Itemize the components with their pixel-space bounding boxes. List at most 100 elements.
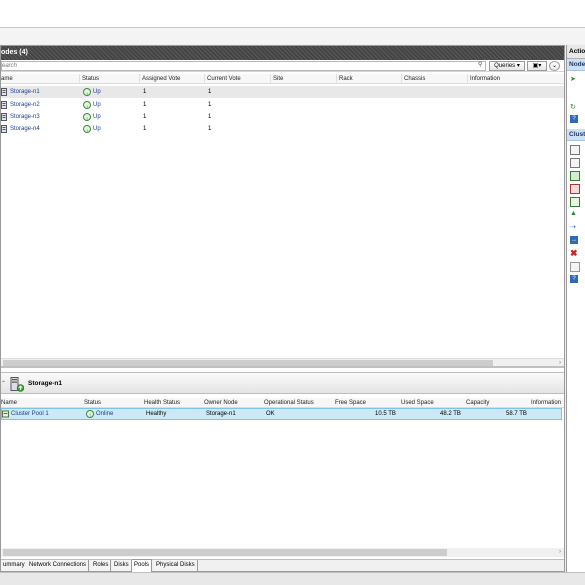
current-vote: 1 — [208, 102, 212, 108]
column-header-status[interactable]: Status — [82, 74, 99, 84]
tab-roles[interactable]: Roles — [91, 560, 112, 571]
scrollbar-thumb[interactable] — [3, 549, 447, 556]
collapse-icon[interactable]: ⌃ — [1, 373, 6, 395]
toolbar-strip — [0, 28, 585, 44]
node-name: Storage-n1 — [10, 89, 40, 95]
status-up-icon: ↑ — [83, 125, 91, 135]
column-header-name[interactable]: Name — [1, 398, 17, 408]
column-header-name[interactable]: ame — [1, 74, 13, 84]
search-icon[interactable]: ⚲ — [478, 62, 485, 69]
pool-free-space: 10.5 TB — [375, 411, 396, 417]
pool-name: Cluster Pool 1 — [11, 411, 49, 417]
details-title: Storage-n1 — [28, 380, 62, 387]
column-header-owner-node[interactable]: Owner Node — [204, 398, 238, 408]
more-actions-icon[interactable] — [570, 197, 580, 207]
storage-node-icon — [10, 377, 24, 392]
add-icon[interactable]: ▲ — [570, 210, 578, 218]
column-header-rack[interactable]: Rack — [339, 74, 353, 84]
table-row[interactable]: Storage-n4 ↑ Up 1 1 — [1, 123, 564, 135]
tab-disks[interactable]: Disks — [112, 560, 132, 571]
current-vote: 1 — [208, 89, 212, 95]
search-input[interactable]: earch — [1, 61, 486, 71]
column-header-free-space[interactable]: Free Space — [335, 398, 366, 408]
save-icon: ▣ — [532, 63, 539, 69]
column-header-current-vote[interactable]: Current Vote — [207, 74, 241, 84]
window-top-bar — [0, 0, 585, 28]
node-name: Storage-n2 — [10, 102, 40, 108]
resume-icon[interactable] — [570, 171, 580, 181]
actions-title: Actio — [567, 45, 585, 59]
pause-icon[interactable] — [570, 158, 580, 168]
column-header-capacity[interactable]: Capacity — [466, 398, 489, 408]
actions-section-node[interactable]: Node — [567, 59, 585, 71]
actions-section-cluster[interactable]: Clust — [567, 129, 585, 141]
help-icon[interactable]: ? — [570, 115, 578, 123]
pool-status: Online — [96, 411, 114, 417]
node-status: Up — [93, 102, 101, 108]
column-header-operational-status[interactable]: Operational Status — [264, 398, 314, 408]
table-row[interactable]: Storage-n2 ↑ Up 1 1 — [1, 99, 564, 111]
column-header-used-space[interactable]: Used Space — [401, 398, 434, 408]
assigned-vote: 1 — [143, 114, 147, 120]
details-tabs: ummary Network Connections Roles Disks P… — [1, 559, 564, 572]
column-header-assigned-vote[interactable]: Assigned Vote — [142, 74, 180, 84]
queries-button[interactable]: Queries ▾ — [489, 61, 525, 71]
column-header-information[interactable]: Information — [531, 398, 561, 408]
details-header: ⌃ Storage-n1 — [1, 372, 564, 394]
current-vote: 1 — [208, 126, 212, 132]
pool-row[interactable]: Cluster Pool 1 ↑ Online Healthy Storage-… — [1, 408, 562, 420]
refresh-icon[interactable]: ↻ — [570, 103, 578, 111]
actions-pane: Actio Node ➤ ↻ ? Clust ▲ ⇢ → ✖ ? — [566, 45, 585, 572]
assigned-vote: 1 — [143, 102, 147, 108]
table-row[interactable]: Storage-n1 ↑ Up 1 1 — [1, 86, 564, 98]
move-icon[interactable]: → — [570, 236, 578, 244]
node-status: Up — [93, 89, 101, 95]
pools-horizontal-scrollbar[interactable]: › — [1, 548, 564, 557]
pool-used-space: 48.2 TB — [440, 411, 461, 417]
column-header-site[interactable]: Site — [273, 74, 283, 84]
node-status: Up — [93, 114, 101, 120]
status-up-icon: ↑ — [83, 88, 91, 98]
save-query-button[interactable]: ▣▾ — [527, 61, 547, 71]
view-icon[interactable] — [570, 262, 580, 272]
pools-table-header: Name Status Health Status Owner Node Ope… — [1, 398, 564, 408]
status-bar — [0, 572, 585, 585]
nodes-table-header: ame Status Assigned Vote Current Vote Si… — [1, 74, 564, 84]
chevron-right-icon[interactable]: › — [559, 548, 561, 556]
start-icon[interactable]: ➤ — [570, 75, 578, 83]
tab-pools[interactable]: Pools — [132, 559, 153, 572]
expand-button[interactable]: ⌄ — [549, 61, 560, 71]
delete-icon[interactable]: ✖ — [570, 249, 578, 258]
column-header-chassis[interactable]: Chassis — [404, 74, 425, 84]
evict-icon[interactable]: ⇢ — [570, 223, 578, 231]
stop-service-icon[interactable] — [570, 184, 580, 194]
status-up-icon: ↑ — [83, 101, 91, 111]
node-status: Up — [93, 126, 101, 132]
pool-operational-status: OK — [266, 411, 275, 417]
tab-network-connections[interactable]: Network Connections — [27, 560, 90, 571]
server-node-icon — [1, 125, 7, 133]
assigned-vote: 1 — [143, 126, 147, 132]
pool-health: Healthy — [146, 411, 167, 417]
tab-summary[interactable]: ummary — [1, 560, 28, 571]
chevron-down-icon: ▾ — [516, 63, 520, 69]
column-header-status[interactable]: Status — [84, 398, 101, 408]
tab-physical-disks[interactable]: Physical Disks — [154, 560, 198, 571]
help-icon[interactable]: ? — [570, 275, 578, 283]
assigned-vote: 1 — [143, 89, 147, 95]
server-node-icon — [1, 101, 7, 109]
chevron-down-icon: ⌄ — [551, 63, 558, 69]
main-pane: odes (4) earch ⚲ Queries ▾ ▣▾ ⌄ ame Stat… — [0, 45, 565, 572]
column-header-health-status[interactable]: Health Status — [144, 398, 180, 408]
search-row: earch ⚲ Queries ▾ ▣▾ ⌄ — [1, 60, 564, 72]
nodes-pane-title: odes (4) — [1, 46, 564, 60]
pool-owner: Storage-n1 — [206, 411, 236, 417]
column-header-information[interactable]: Information — [470, 74, 500, 84]
pane-splitter[interactable] — [1, 366, 564, 368]
properties-icon[interactable] — [570, 145, 580, 155]
server-node-icon — [1, 88, 7, 96]
table-row[interactable]: Storage-n3 ↑ Up 1 1 — [1, 111, 564, 123]
pool-capacity: 58.7 TB — [506, 411, 527, 417]
node-name: Storage-n3 — [10, 114, 40, 120]
node-name: Storage-n4 — [10, 126, 40, 132]
